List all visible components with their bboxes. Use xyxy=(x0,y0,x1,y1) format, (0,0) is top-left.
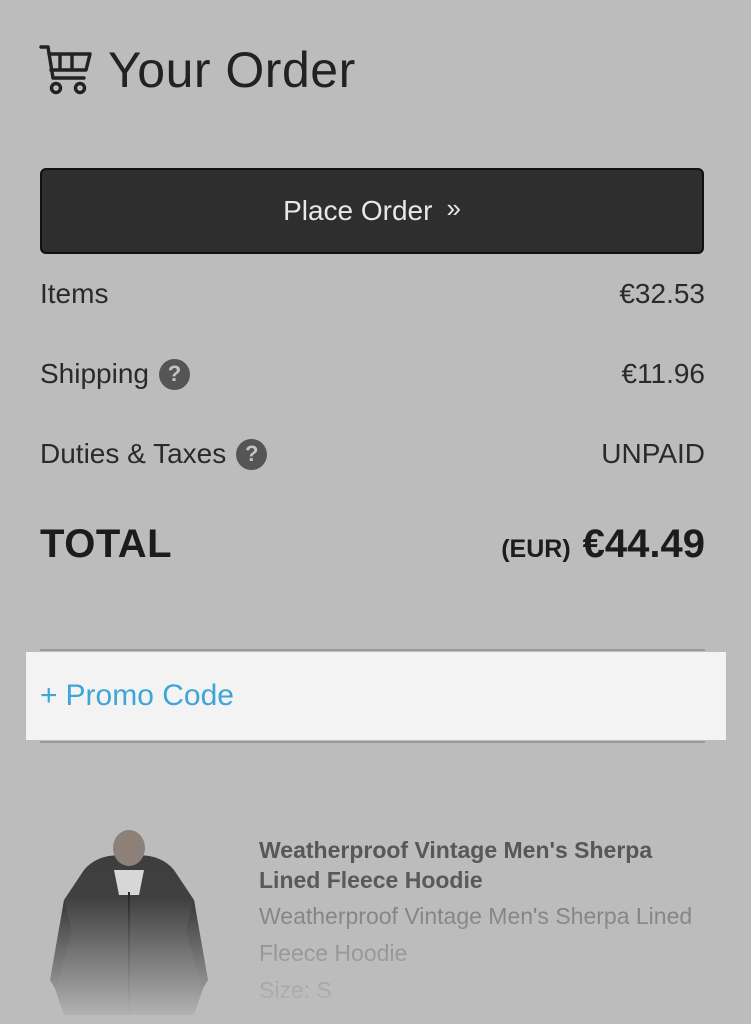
promo-code-label: Promo Code xyxy=(65,679,234,712)
page-title: Your Order xyxy=(108,42,356,98)
duties-help-icon[interactable]: ? xyxy=(236,438,268,470)
items-row: Items €32.53 xyxy=(40,278,705,310)
place-order-label: Place Order xyxy=(283,195,433,226)
plus-icon: + xyxy=(40,679,58,712)
chevron-right-icon: » xyxy=(446,192,461,223)
total-value-group: (EUR) €44.49 xyxy=(501,522,705,567)
total-amount: €44.49 xyxy=(582,522,705,566)
items-value: €32.53 xyxy=(619,278,705,309)
product-image xyxy=(44,830,214,1015)
place-order-button[interactable]: Place Order » xyxy=(40,168,704,254)
promo-code-toggle[interactable]: + Promo Code xyxy=(26,652,726,740)
product-title: Weatherproof Vintage Men's Sherpa Lined … xyxy=(259,837,653,893)
product-size: Size: S xyxy=(259,977,332,1003)
shipping-help-icon[interactable]: ? xyxy=(158,358,190,390)
total-currency: (EUR) xyxy=(501,535,571,563)
total-row: TOTAL (EUR) €44.49 xyxy=(40,522,705,567)
duties-value: UNPAID xyxy=(601,438,705,469)
duties-label-group: Duties & Taxes ? xyxy=(40,438,268,470)
shipping-value: €11.96 xyxy=(621,358,705,389)
shipping-row: Shipping ? €11.96 xyxy=(40,358,705,390)
total-label: TOTAL xyxy=(40,522,173,566)
divider xyxy=(40,649,705,651)
duties-row: Duties & Taxes ? UNPAID xyxy=(40,438,705,470)
shipping-label-group: Shipping ? xyxy=(40,358,190,390)
shipping-label: Shipping xyxy=(40,358,149,389)
page-header: Your Order xyxy=(38,38,356,102)
divider xyxy=(40,741,705,743)
cart-icon xyxy=(39,45,92,95)
items-label: Items xyxy=(40,278,109,309)
duties-label: Duties & Taxes xyxy=(40,438,227,469)
product-item: Weatherproof Vintage Men's Sherpa Lined … xyxy=(0,815,751,1024)
product-description: Weatherproof Vintage Men's Sherpa Lined … xyxy=(259,903,693,966)
product-description-group: Weatherproof Vintage Men's Sherpa Lined … xyxy=(259,898,719,1009)
